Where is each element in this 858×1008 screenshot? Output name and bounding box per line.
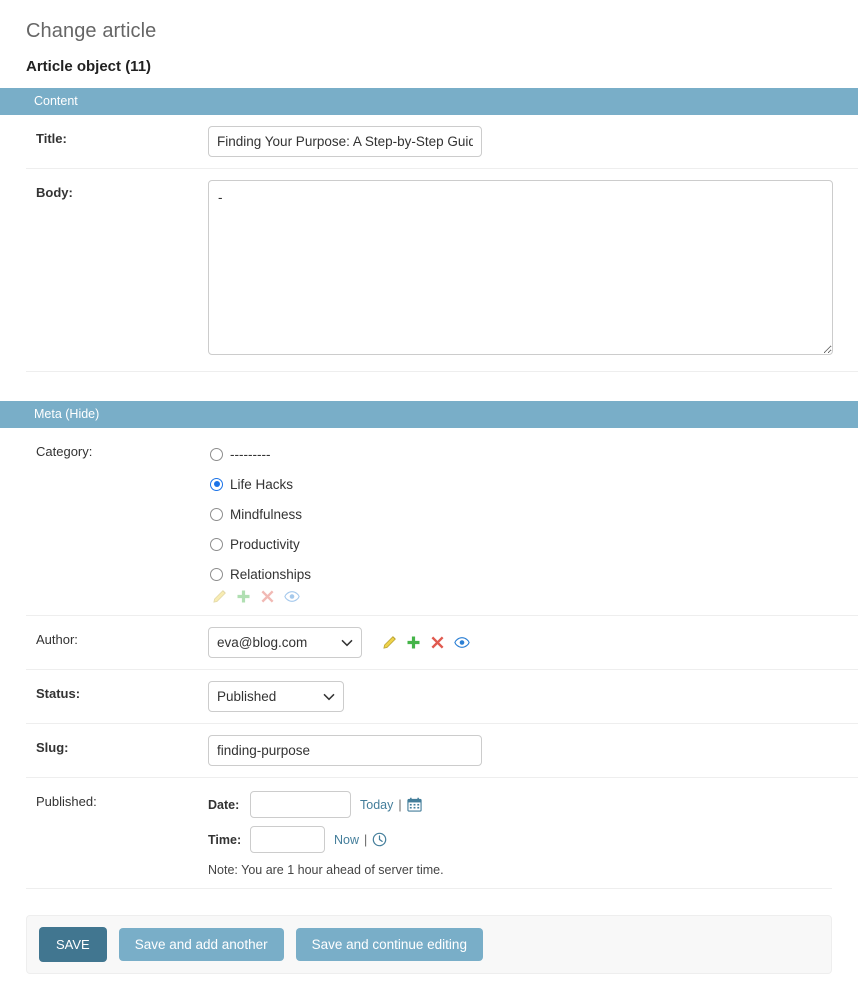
published-field-wrap: Date: Today | <box>208 789 858 877</box>
status-select[interactable]: Published <box>208 681 344 712</box>
body-label: Body: <box>26 180 208 200</box>
form-row-status: Status: Published <box>26 670 858 724</box>
published-label: Published: <box>26 789 208 809</box>
today-link[interactable]: Today <box>360 798 393 812</box>
slug-label: Slug: <box>26 735 208 755</box>
time-shortcut-separator: | <box>364 833 367 847</box>
category-radio-input[interactable] <box>210 508 223 521</box>
author-field-wrap: eva@blog.com <box>208 627 858 658</box>
meta-fieldset-header: Meta (Hide) <box>0 401 858 428</box>
category-radio-list: --------- Life Hacks Mindfulness Productivi… <box>208 439 858 589</box>
form-row-published: Published: Date: Today | <box>26 778 858 888</box>
category-radio-input[interactable] <box>210 478 223 491</box>
slug-input[interactable] <box>208 735 482 766</box>
object-title: Article object (11) <box>0 43 858 75</box>
title-label: Title: <box>26 126 208 146</box>
content-fieldset-body: Title: Body: - <box>26 115 858 372</box>
category-related-icons <box>208 589 858 604</box>
add-related-plus-icon[interactable] <box>406 635 421 650</box>
category-radio-label: Life Hacks <box>230 477 293 492</box>
meta-hide-toggle[interactable]: Meta (Hide) <box>34 407 99 421</box>
bottom-divider <box>26 888 832 889</box>
published-time-input[interactable] <box>250 826 325 853</box>
category-radio-option[interactable]: Mindfulness <box>210 499 858 529</box>
date-label: Date: <box>208 798 250 812</box>
form-row-category: Category: --------- Life Hacks Mindfulness… <box>26 428 858 616</box>
delete-related-x-icon[interactable] <box>260 589 275 604</box>
body-field-wrap: - <box>208 180 858 360</box>
category-field-wrap: --------- Life Hacks Mindfulness Productivi… <box>208 439 858 604</box>
category-label: Category: <box>26 439 208 459</box>
author-select-wrap: eva@blog.com <box>208 627 362 658</box>
content-fieldset-header: Content <box>0 88 858 115</box>
category-radio-label: --------- <box>230 447 270 462</box>
save-and-continue-editing-button[interactable]: Save and continue editing <box>296 928 483 962</box>
category-radio-input[interactable] <box>210 538 223 551</box>
save-and-add-another-button[interactable]: Save and add another <box>119 928 284 962</box>
meta-fieldset: Meta (Hide) Category: --------- Life Hack… <box>0 401 858 888</box>
title-field-wrap <box>208 126 858 157</box>
change-related-pencil-icon[interactable] <box>382 635 397 650</box>
category-radio-option[interactable]: Productivity <box>210 529 858 559</box>
status-select-wrap: Published <box>208 681 344 712</box>
view-related-eye-icon[interactable] <box>284 589 300 604</box>
category-radio-option[interactable]: --------- <box>210 439 858 469</box>
author-select[interactable]: eva@blog.com <box>208 627 362 658</box>
form-row-author: Author: eva@blog.com <box>26 616 858 670</box>
title-input[interactable] <box>208 126 482 157</box>
category-radio-option[interactable]: Life Hacks <box>210 469 858 499</box>
category-radio-input[interactable] <box>210 448 223 461</box>
time-shortcuts: Now | <box>334 832 387 847</box>
date-shortcuts: Today | <box>360 797 422 812</box>
status-label: Status: <box>26 681 208 701</box>
add-related-plus-icon[interactable] <box>236 589 251 604</box>
time-label: Time: <box>208 833 250 847</box>
body-textarea[interactable]: - <box>208 180 833 355</box>
category-radio-label: Relationships <box>230 567 311 582</box>
calendar-icon[interactable] <box>407 797 422 812</box>
category-radio-label: Productivity <box>230 537 300 552</box>
change-article-page: Change article Article object (11) Conte… <box>0 0 858 1008</box>
now-link[interactable]: Now <box>334 833 359 847</box>
published-date-row: Date: Today | <box>208 791 858 818</box>
content-fieldset: Content Title: Body: - <box>0 88 858 372</box>
form-row-slug: Slug: <box>26 724 858 778</box>
form-row-title: Title: <box>26 115 858 169</box>
category-radio-input[interactable] <box>210 568 223 581</box>
submit-row: SAVE Save and add another Save and conti… <box>26 915 832 974</box>
status-field-wrap: Published <box>208 681 858 712</box>
save-button[interactable]: SAVE <box>39 927 107 962</box>
published-date-input[interactable] <box>250 791 351 818</box>
page-title: Change article <box>0 0 858 43</box>
category-radio-label: Mindfulness <box>230 507 302 522</box>
view-related-eye-icon[interactable] <box>454 635 470 650</box>
author-label: Author: <box>26 627 208 647</box>
category-radio-option[interactable]: Relationships <box>210 559 858 589</box>
clock-icon[interactable] <box>372 832 387 847</box>
delete-related-x-icon[interactable] <box>430 635 445 650</box>
date-shortcut-separator: | <box>398 798 401 812</box>
server-time-note: Note: You are 1 hour ahead of server tim… <box>208 861 858 877</box>
form-row-body: Body: - <box>26 169 858 372</box>
author-related-icons <box>378 635 470 650</box>
published-time-row: Time: Now | <box>208 826 858 853</box>
change-related-pencil-icon[interactable] <box>212 589 227 604</box>
meta-fieldset-body: Category: --------- Life Hacks Mindfulness… <box>26 428 858 888</box>
slug-field-wrap <box>208 735 858 766</box>
